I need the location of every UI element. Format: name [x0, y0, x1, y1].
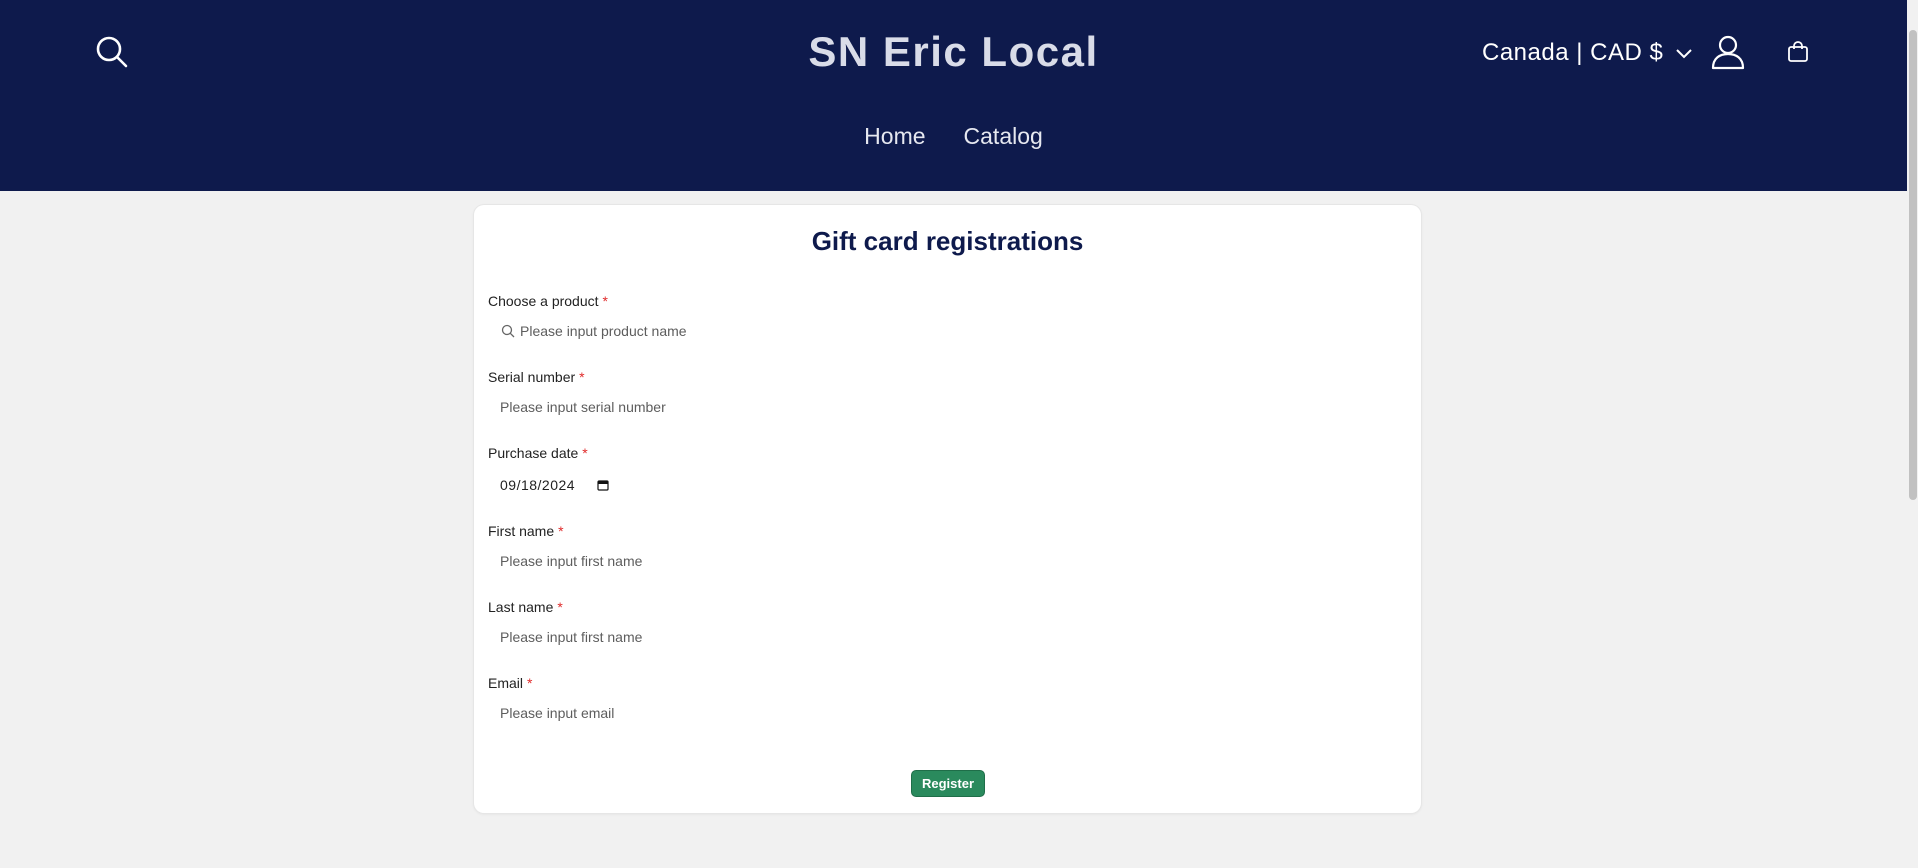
first-name-label-text: First name — [488, 523, 555, 539]
required-marker: * — [558, 523, 564, 539]
first-name-field-label: First name * — [488, 522, 564, 540]
page-scrollbar[interactable] — [1907, 0, 1918, 868]
serial-number-input[interactable] — [488, 393, 1088, 421]
last-name-field-label: Last name * — [488, 598, 563, 616]
calendar-icon[interactable] — [597, 479, 609, 491]
serial-label-text: Serial number — [488, 369, 576, 385]
scrollbar-thumb[interactable] — [1909, 30, 1917, 500]
email-field-label: Email * — [488, 674, 532, 692]
locale-selector[interactable]: Canada | CAD $ — [1482, 36, 1693, 70]
first-name-input[interactable] — [488, 547, 1088, 575]
last-name-label-text: Last name — [488, 599, 554, 615]
locale-label: Canada | CAD $ — [1482, 39, 1664, 66]
serial-field-label: Serial number * — [488, 368, 585, 386]
account-icon — [1711, 35, 1745, 70]
email-label-text: Email — [488, 675, 524, 691]
last-name-input[interactable] — [488, 623, 1088, 651]
main-nav: Home Catalog — [0, 120, 1907, 152]
purchase-date-field-label: Purchase date * — [488, 444, 588, 462]
product-field-label: Choose a product * — [488, 292, 608, 310]
required-marker: * — [582, 445, 588, 461]
nav-item-home[interactable]: Home — [864, 120, 925, 152]
account-button[interactable] — [1710, 34, 1746, 70]
purchase-date-input[interactable]: 09/18/2024 — [488, 471, 628, 499]
required-marker: * — [602, 293, 608, 309]
product-search-input[interactable] — [488, 317, 1088, 345]
form-title: Gift card registrations — [811, 226, 1084, 256]
nav-item-catalog[interactable]: Catalog — [964, 120, 1043, 152]
purchase-date-label-text: Purchase date — [488, 445, 579, 461]
product-label-text: Choose a product — [488, 293, 599, 309]
cart-icon — [1788, 41, 1808, 62]
purchase-date-value: 09/18/2024 — [500, 477, 576, 493]
chevron-down-icon — [1676, 49, 1693, 59]
required-marker: * — [527, 675, 533, 691]
required-marker: * — [557, 599, 563, 615]
site-header: SN Eric Local Canada | CAD $ Home Catalo… — [0, 0, 1907, 191]
cart-button[interactable] — [1786, 40, 1810, 64]
gift-card-registration-form: Gift card registrations Choose a product… — [474, 205, 1421, 813]
required-marker: * — [579, 369, 585, 385]
register-button[interactable]: Register — [911, 770, 985, 797]
email-input[interactable] — [488, 699, 1088, 727]
